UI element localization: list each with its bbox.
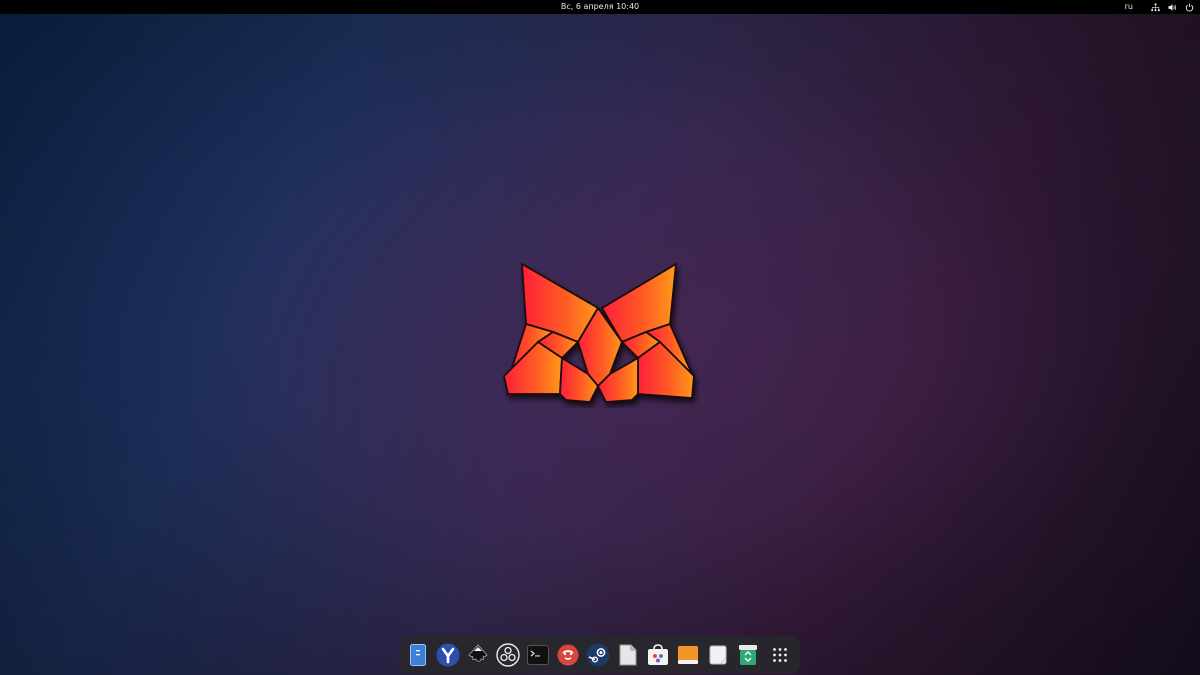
- dock-item-libreoffice[interactable]: [616, 643, 640, 667]
- dock-item-text-document[interactable]: [706, 643, 730, 667]
- network-icon: [1151, 2, 1160, 11]
- volume-icon: [1168, 3, 1177, 11]
- app-grid-icon: [773, 648, 787, 662]
- dock-item-inkscape[interactable]: [466, 643, 490, 667]
- steam-icon: [586, 643, 610, 667]
- dock-item-fotoxx[interactable]: [556, 643, 580, 667]
- files-icon: [410, 644, 426, 666]
- inkscape-icon: [468, 644, 488, 662]
- origami-fox-logo: [503, 263, 695, 403]
- power-icon: [1185, 3, 1194, 12]
- dock: [400, 636, 800, 674]
- trash-icon: [739, 645, 757, 665]
- system-tray[interactable]: ru: [1125, 0, 1194, 14]
- dock-item-app-grid[interactable]: [768, 643, 792, 667]
- dock-item-yandex-browser[interactable]: [436, 643, 460, 667]
- dock-item-drive[interactable]: [676, 643, 700, 667]
- dock-item-terminal[interactable]: [526, 643, 550, 667]
- libreoffice-icon: [619, 644, 637, 666]
- dock-item-obs-studio[interactable]: [496, 643, 520, 667]
- clock[interactable]: Вс, 6 апреля 10:40: [0, 0, 1200, 14]
- yandex-browser-icon: [436, 643, 460, 667]
- obs-studio-icon: [496, 643, 520, 667]
- dock-item-software-store[interactable]: [646, 643, 670, 667]
- top-bar: Вс, 6 апреля 10:40 ru: [0, 0, 1200, 14]
- text-document-icon: [709, 645, 727, 665]
- software-store-icon: [648, 644, 668, 665]
- drive-icon: [678, 646, 698, 664]
- dock-item-files[interactable]: [406, 643, 430, 667]
- fotoxx-icon: [557, 644, 579, 666]
- terminal-icon: [527, 645, 549, 665]
- dock-item-trash[interactable]: [736, 643, 760, 667]
- dock-item-steam[interactable]: [586, 643, 610, 667]
- keyboard-layout-indicator[interactable]: ru: [1125, 0, 1133, 14]
